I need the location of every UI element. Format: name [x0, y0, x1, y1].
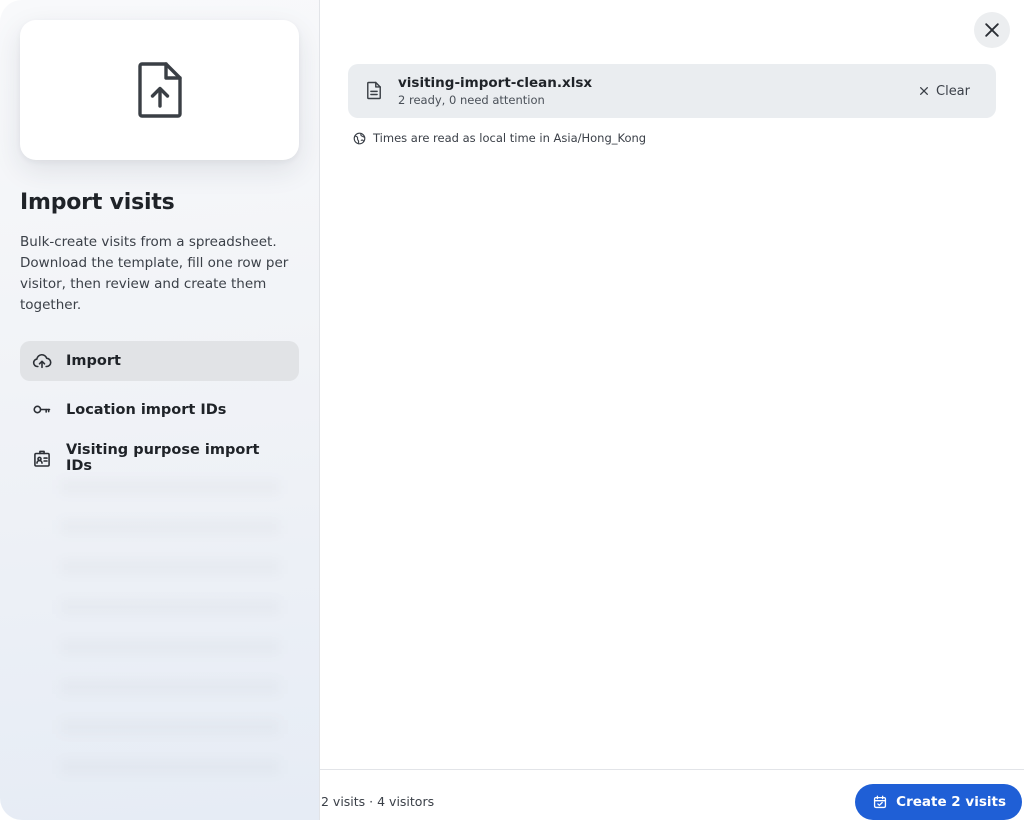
file-status: 2 ready, 0 need attention: [398, 93, 545, 107]
sidebar-item-label: Visiting purpose import IDs: [66, 442, 260, 474]
clear-label: Clear: [936, 83, 970, 99]
x-icon: [920, 87, 928, 95]
calendar-check-icon: [874, 795, 887, 809]
id-badge-icon: [32, 448, 52, 468]
sidebar: Import visits Bulk-create visits from a …: [0, 0, 320, 820]
cloud-upload-icon: [32, 351, 52, 371]
globe-icon: [353, 132, 366, 144]
sidebar-nav: Import Location import IDs Visiting purp…: [20, 341, 299, 487]
sidebar-item-label: Location import IDs: [66, 401, 227, 418]
hero-card: [20, 20, 299, 160]
sidebar-item-import[interactable]: Import: [20, 341, 299, 381]
file-upload-icon: [137, 62, 182, 118]
create-visits-button[interactable]: Create 2 visits: [855, 784, 1022, 820]
timezone-text: Times are read as local time in Asia/Hon…: [373, 131, 647, 145]
sidebar-item-label: Import: [66, 353, 121, 369]
sidebar-item-location-import-ids[interactable]: Location import IDs: [20, 390, 299, 430]
file-meta: visiting-import-clean.xlsx 2 ready, 0 ne…: [398, 74, 907, 108]
main-panel: visiting-import-clean.xlsx 2 ready, 0 ne…: [320, 0, 1024, 820]
sidebar-item-visiting-purpose-import-ids[interactable]: Visiting purpose import IDs: [20, 438, 299, 478]
timezone-note: Times are read as local time in Asia/Hon…: [353, 131, 646, 145]
page-description: Bulk-create visits from a spreadsheet. D…: [20, 234, 289, 313]
page-title: Import visits: [20, 190, 175, 215]
visit-summary: 2 visits · 4 visitors: [321, 793, 435, 809]
uploaded-file-card: visiting-import-clean.xlsx 2 ready, 0 ne…: [348, 64, 996, 118]
import-visits-dialog: Import visits Bulk-create visits from a …: [0, 0, 1024, 820]
file-name: visiting-import-clean.xlsx: [398, 75, 593, 91]
document-icon: [366, 81, 384, 101]
footer-bar: 2 visits · 4 visitors Create 2 visits: [320, 769, 1024, 820]
close-icon: [985, 23, 999, 37]
key-icon: [32, 400, 52, 420]
create-visits-label: Create 2 visits: [896, 794, 1006, 810]
close-button[interactable]: [974, 12, 1010, 48]
clear-file-button[interactable]: Clear: [907, 80, 982, 103]
